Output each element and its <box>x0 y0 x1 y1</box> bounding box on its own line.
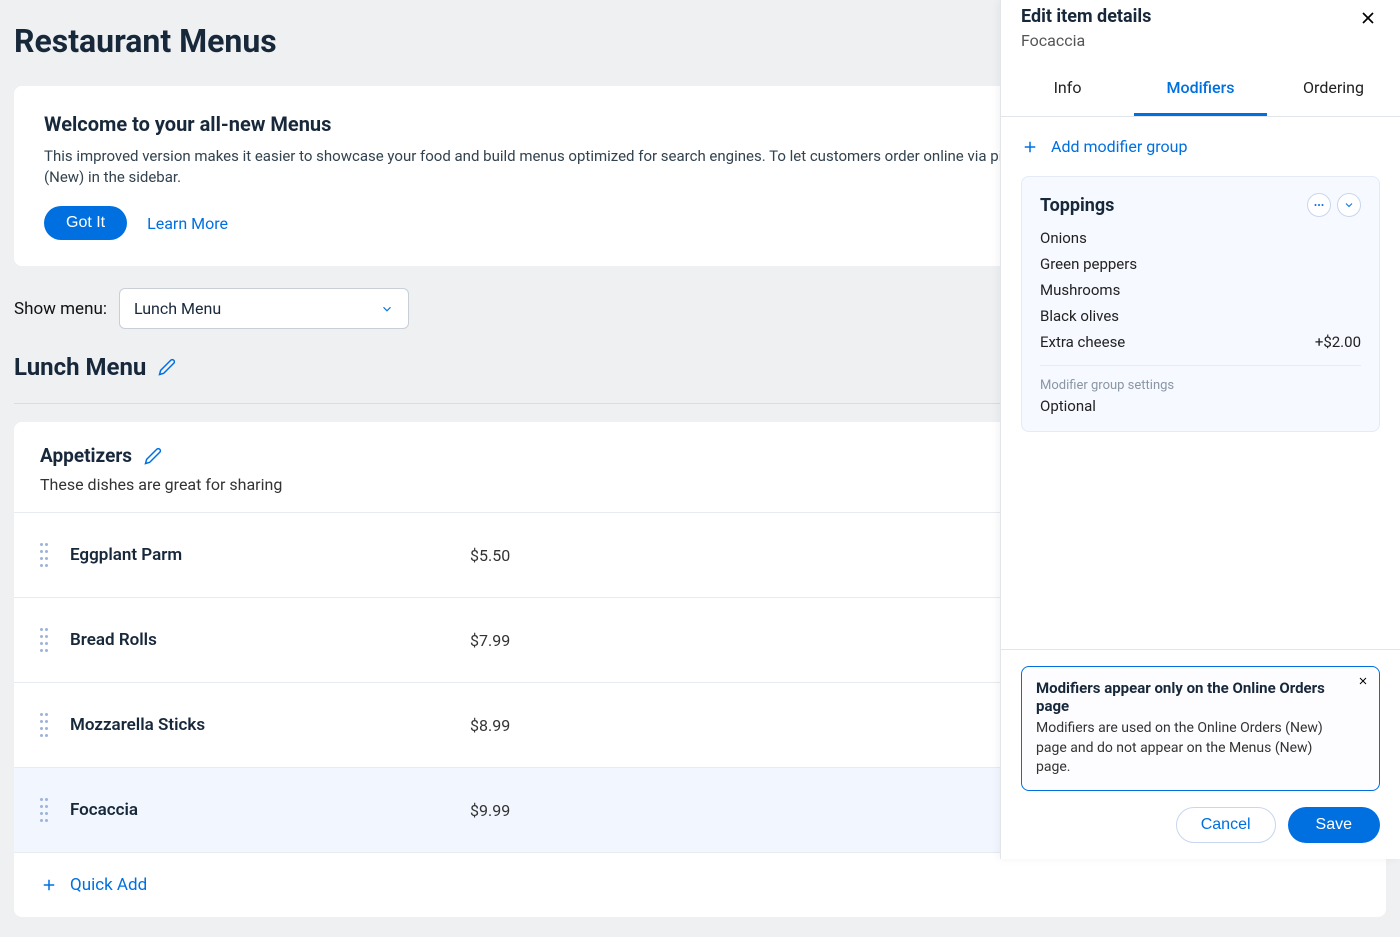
modifier-option-price: +$2.00 <box>1315 333 1361 351</box>
drag-handle-icon[interactable] <box>40 543 50 567</box>
modifier-option-name: Extra cheese <box>1040 333 1125 351</box>
add-modifier-group-label: Add modifier group <box>1051 137 1187 156</box>
info-banner-title: Modifiers appear only on the Online Orde… <box>1036 679 1349 715</box>
plus-icon <box>1021 138 1039 156</box>
edit-item-panel: Edit item details Focaccia Info Modifier… <box>1000 0 1400 859</box>
menu-name: Lunch Menu <box>14 353 146 381</box>
modifier-option-name: Mushrooms <box>1040 281 1120 299</box>
edit-menu-icon[interactable] <box>158 358 176 376</box>
drag-handle-icon[interactable] <box>40 713 50 737</box>
modifier-group-title: Toppings <box>1040 195 1114 216</box>
drag-handle-icon[interactable] <box>40 628 50 652</box>
add-modifier-group-button[interactable]: Add modifier group <box>1021 137 1380 156</box>
group-settings-value: Optional <box>1040 397 1361 415</box>
menu-select[interactable]: Lunch Menu <box>119 288 409 329</box>
group-settings-label: Modifier group settings <box>1040 378 1361 393</box>
modifier-group-card: Toppings Onions Green peppers <box>1021 176 1380 432</box>
close-icon[interactable] <box>1356 6 1380 30</box>
item-name: Eggplant Parm <box>70 545 450 565</box>
quick-add-label: Quick Add <box>70 875 147 895</box>
save-button[interactable]: Save <box>1288 807 1380 843</box>
modifier-option: Extra cheese +$2.00 <box>1040 333 1361 351</box>
modifier-option: Onions <box>1040 229 1361 247</box>
edit-section-icon[interactable] <box>144 447 162 465</box>
tab-modifiers[interactable]: Modifiers <box>1134 62 1267 116</box>
plus-icon <box>40 876 58 894</box>
close-banner-icon[interactable] <box>1357 675 1369 687</box>
modifier-option-name: Onions <box>1040 229 1087 247</box>
item-price: $7.99 <box>470 631 770 650</box>
tab-ordering[interactable]: Ordering <box>1267 62 1400 116</box>
cancel-button[interactable]: Cancel <box>1176 807 1276 843</box>
tab-info[interactable]: Info <box>1001 62 1134 116</box>
item-name: Bread Rolls <box>70 630 450 650</box>
item-price: $9.99 <box>470 801 770 820</box>
quick-add-button[interactable]: Quick Add <box>14 852 1386 917</box>
modifier-option: Green peppers <box>1040 255 1361 273</box>
more-icon[interactable] <box>1307 193 1331 217</box>
item-name: Mozzarella Sticks <box>70 715 450 735</box>
page-title: Restaurant Menus <box>14 22 277 60</box>
info-banner-text: Modifiers are used on the Online Orders … <box>1036 719 1349 778</box>
item-price: $8.99 <box>470 716 770 735</box>
item-name: Focaccia <box>70 800 450 820</box>
panel-subtitle: Focaccia <box>1021 31 1151 50</box>
modifier-option: Black olives <box>1040 307 1361 325</box>
got-it-button[interactable]: Got It <box>44 206 127 240</box>
menu-select-value: Lunch Menu <box>134 299 221 318</box>
modifier-option: Mushrooms <box>1040 281 1361 299</box>
item-price: $5.50 <box>470 546 770 565</box>
modifier-option-name: Black olives <box>1040 307 1119 325</box>
show-menu-label: Show menu: <box>14 299 107 319</box>
chevron-down-icon <box>380 302 394 316</box>
section-title: Appetizers <box>40 444 132 467</box>
modifier-option-name: Green peppers <box>1040 255 1137 273</box>
drag-handle-icon[interactable] <box>40 798 50 822</box>
info-banner: Modifiers appear only on the Online Orde… <box>1021 666 1380 791</box>
collapse-icon[interactable] <box>1337 193 1361 217</box>
panel-title: Edit item details <box>1021 6 1151 27</box>
learn-more-link[interactable]: Learn More <box>147 214 228 233</box>
